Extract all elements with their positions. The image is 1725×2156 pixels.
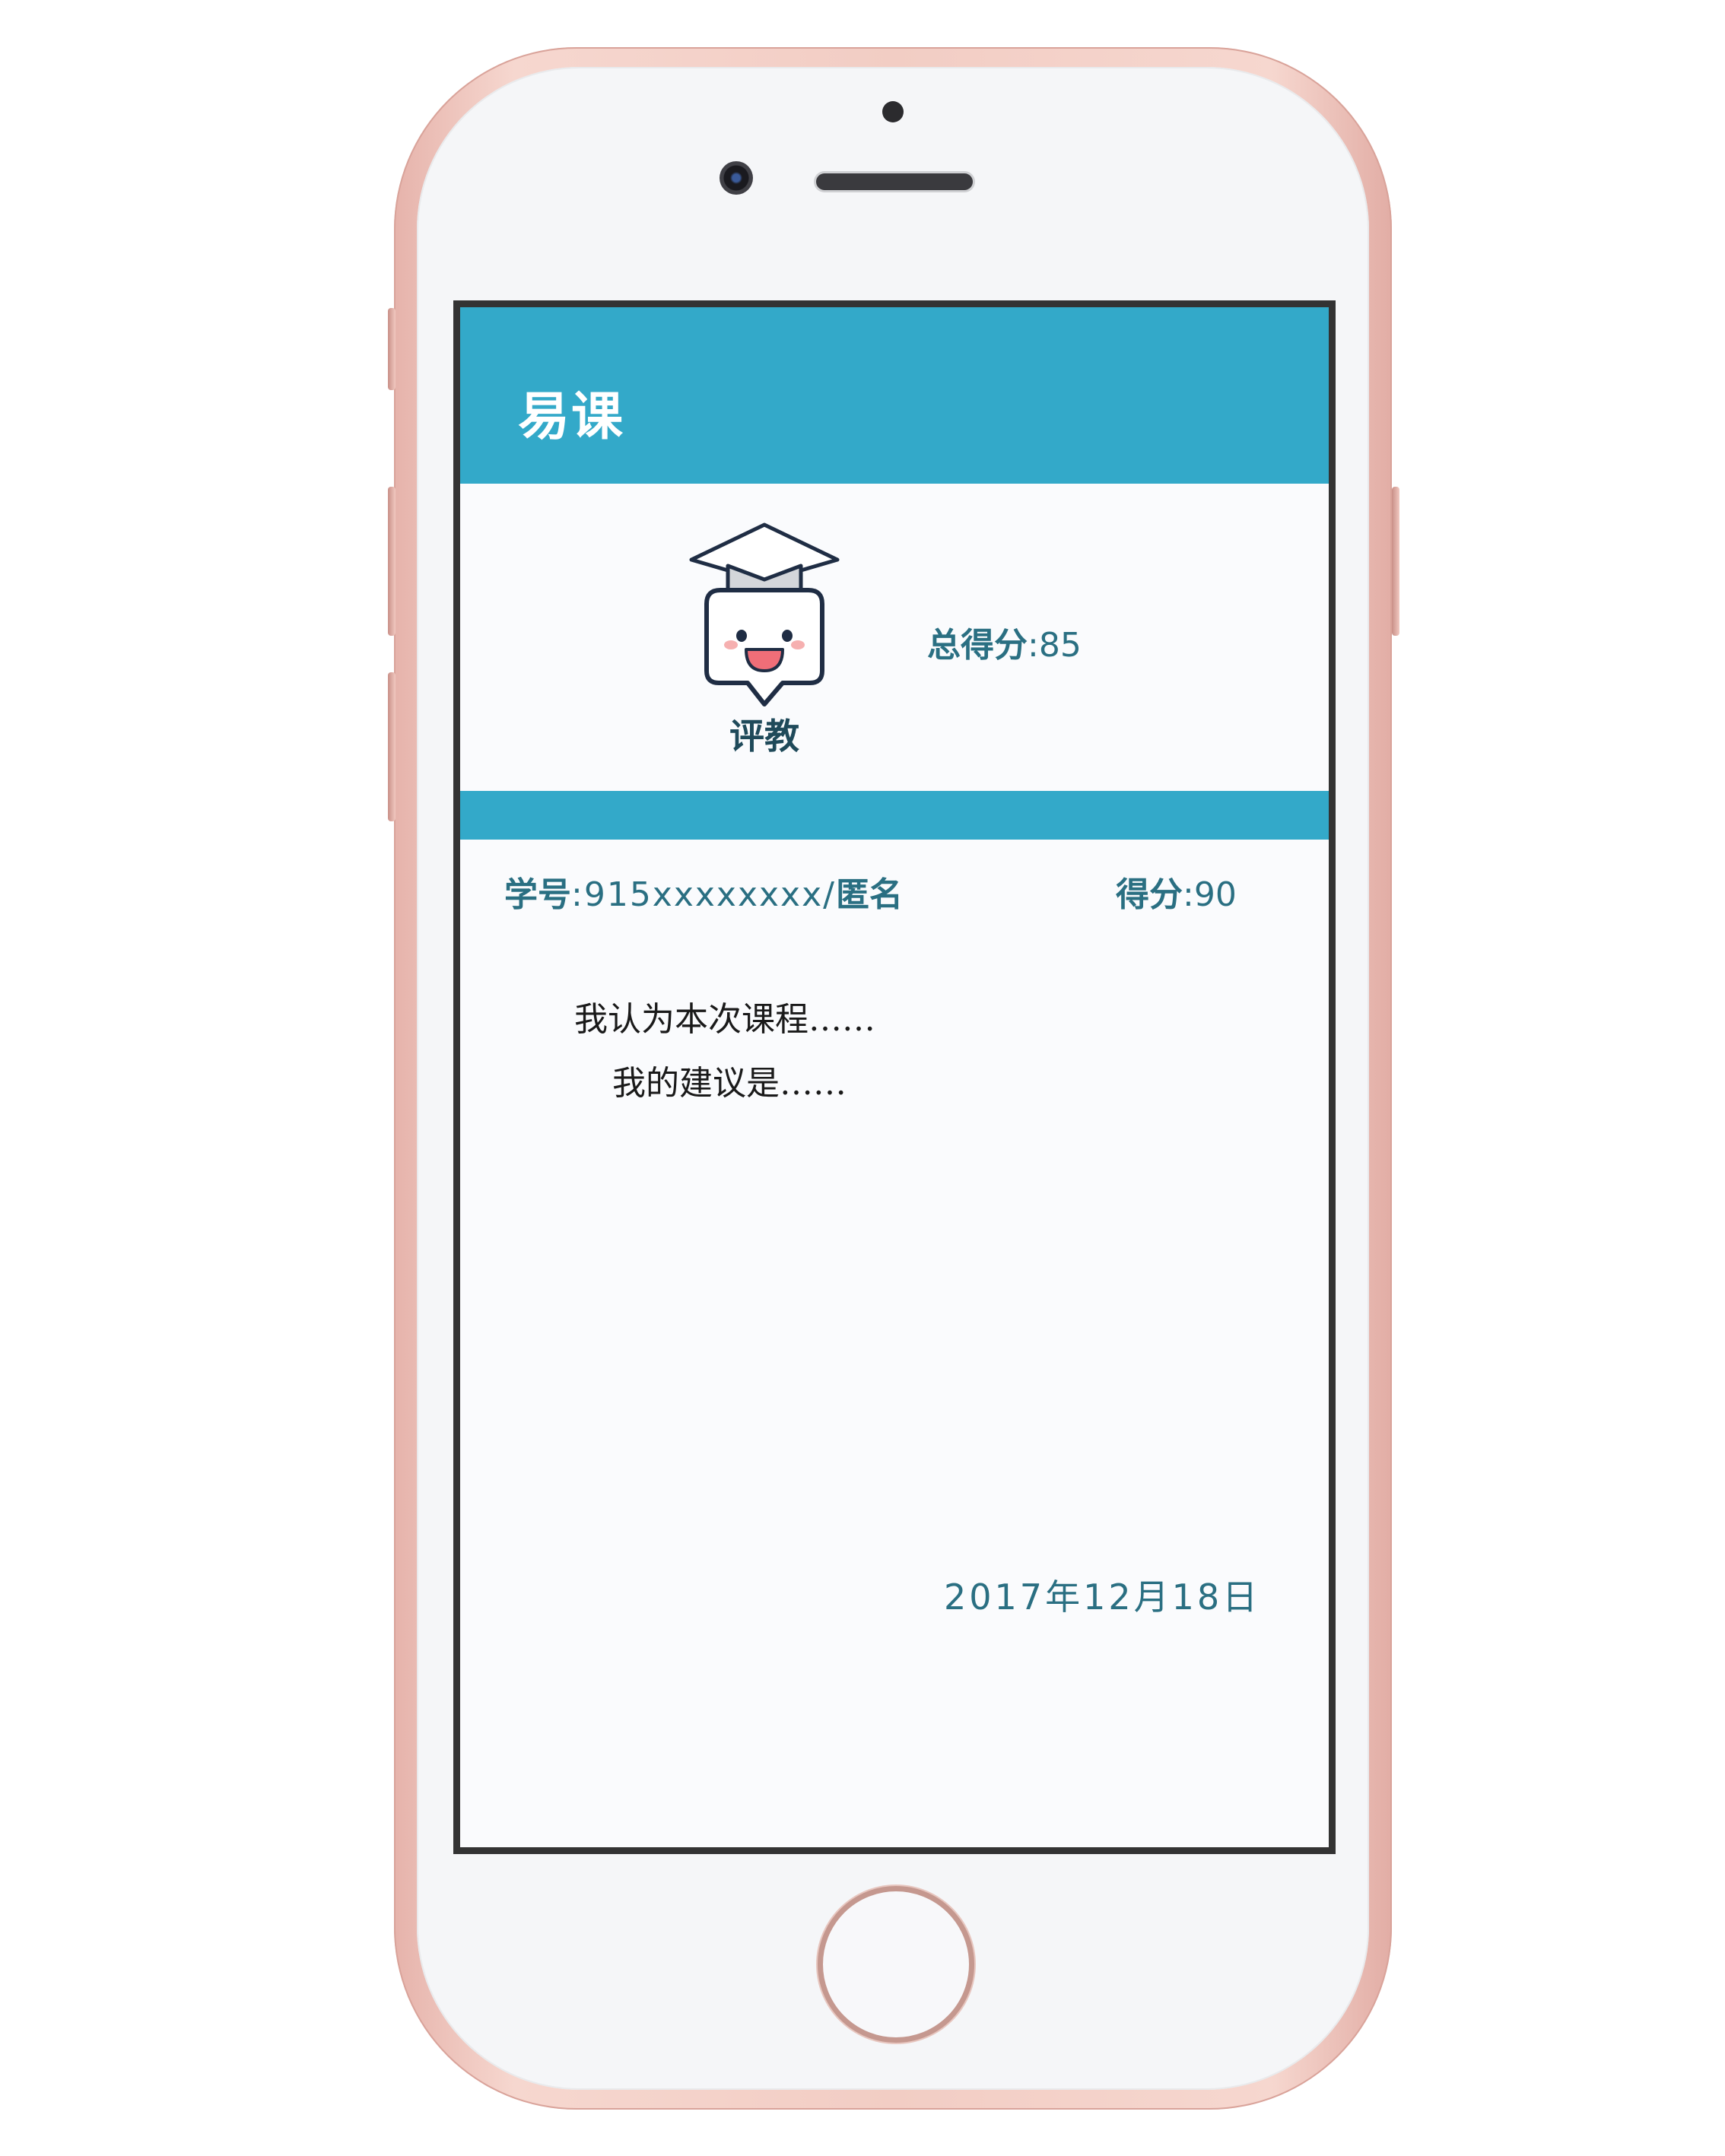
phone-side-button-power xyxy=(1392,487,1399,636)
home-button[interactable] xyxy=(818,1886,974,2043)
app-header: 易课 xyxy=(460,307,1329,484)
front-camera-icon xyxy=(720,161,753,195)
app-title: 易课 xyxy=(518,387,625,447)
student-id-label: 学号 xyxy=(504,875,571,914)
evaluation-summary: 评教 总得分:85 xyxy=(460,484,1329,791)
entry-score-label: 得分 xyxy=(1116,875,1183,914)
entry-score-value: :90 xyxy=(1183,875,1237,914)
entry-score: 得分:90 xyxy=(1116,867,1237,916)
graduation-cap-chat-bubble-icon[interactable] xyxy=(688,522,840,712)
phone-side-button-volume-down xyxy=(388,672,396,821)
mascot-label: 评教 xyxy=(729,716,799,757)
student-id-row: 学号:915xxxxxxxx/匿名 xyxy=(504,867,903,916)
comment-line: 我认为本次课程…… xyxy=(574,1000,875,1039)
phone-side-button-volume-up xyxy=(388,487,396,636)
total-score: 总得分:85 xyxy=(927,618,1082,666)
section-divider xyxy=(460,791,1329,840)
earpiece-speaker xyxy=(816,173,973,190)
student-id-value: :915xxxxxxxx/ xyxy=(571,875,836,914)
total-score-label: 总得分 xyxy=(927,626,1028,665)
proximity-sensor xyxy=(882,101,904,122)
comment-line: 我的建议是…… xyxy=(612,1064,847,1103)
phone-side-button-mute xyxy=(388,308,396,390)
phone-screen: 易课 评教 总得分:85 学号:915xxxxxxxx/匿名 得分:90 我认为… xyxy=(453,300,1336,1854)
anonymous-label: 匿名 xyxy=(835,875,903,914)
entry-date: 2017年12月18日 xyxy=(944,1577,1261,1618)
total-score-value: :85 xyxy=(1028,626,1082,665)
